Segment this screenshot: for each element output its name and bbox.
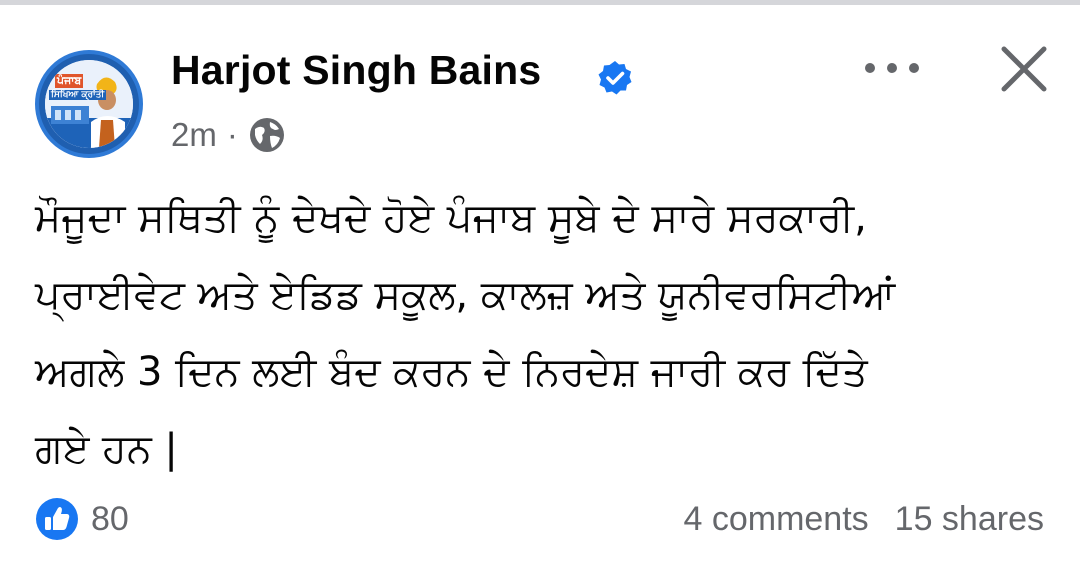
avatar-image: ਪੰਜਾਬ ਸਿਖਿਆ ਕ੍ਰਾਂਤੀ — [45, 60, 133, 148]
post-text-line: ਗਏ ਹਨ | — [35, 426, 178, 472]
post-text-line: ਪ੍ਰਾਈਵੇਟ ਅਤੇ ਏਡਿਡ ਸਕੂਲ, ਕਾਲਜ਼ ਅਤੇ ਯੂਨੀਵਰ… — [35, 272, 896, 318]
author-avatar[interactable]: ਪੰਜਾਬ ਸਿਖਿਆ ਕ੍ਰਾਂਤੀ — [35, 50, 143, 158]
like-reaction-icon — [36, 498, 78, 540]
globe-icon — [249, 118, 284, 152]
author-name[interactable]: Harjot Singh Bains — [171, 47, 541, 94]
post-time[interactable]: 2m — [171, 116, 217, 154]
post-meta: 2m · — [171, 113, 286, 157]
avatar-text-top: ਪੰਜਾਬ — [55, 74, 84, 88]
close-icon[interactable] — [998, 43, 1050, 95]
comments-count[interactable]: 4 comments — [683, 500, 868, 539]
reactions-summary[interactable]: 80 — [35, 497, 129, 541]
verified-badge-icon — [598, 61, 632, 95]
shares-count[interactable]: 15 shares — [895, 500, 1044, 539]
facebook-post: ਪੰਜਾਬ ਸਿਖਿਆ ਕ੍ਰਾਂਤੀ Harjot Singh Bains 2… — [0, 5, 1080, 580]
meta-separator: · — [226, 116, 238, 153]
avatar-text-bottom: ਸਿਖਿਆ ਕ੍ਰਾਂਤੀ — [49, 90, 107, 100]
more-options-icon[interactable] — [860, 53, 924, 83]
post-text: ਮੌਜੂਦਾ ਸਥਿਤੀ ਨੂੰ ਦੇਖਦੇ ਹੋਏ ਪੰਜਾਬ ਸੂਬੇ ਦੇ… — [35, 180, 1045, 488]
like-count: 80 — [91, 499, 129, 538]
post-text-line: ਮੌਜੂਦਾ ਸਥਿਤੀ ਨੂੰ ਦੇਖਦੇ ਹੋਏ ਪੰਜਾਬ ਸੂਬੇ ਦੇ… — [35, 195, 867, 241]
engagement-counts: 4 comments 15 shares — [683, 497, 1044, 541]
post-text-line: ਅਗਲੇ 3 ਦਿਨ ਲਈ ਬੰਦ ਕਰਨ ਦੇ ਨਿਰਦੇਸ਼ ਜਾਰੀ ਕਰ… — [35, 349, 868, 395]
